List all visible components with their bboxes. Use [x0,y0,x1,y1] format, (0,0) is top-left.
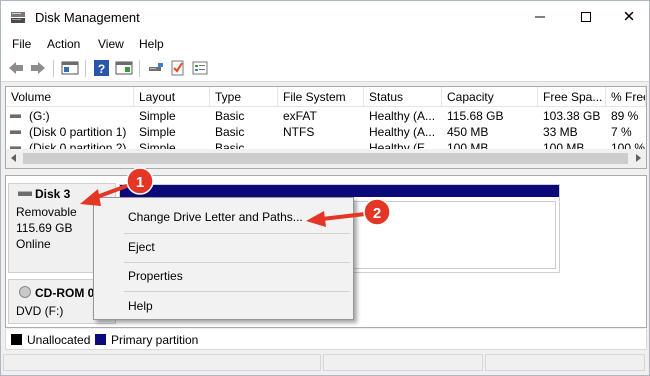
status-bar [1,350,649,375]
menu-separator [124,291,350,292]
window-title: Disk Management [35,10,140,25]
column-header-percent-free[interactable]: % Free [606,87,646,107]
toolbar-separator [139,60,140,77]
svg-text:?: ? [98,62,105,76]
cell-free-space: 103.38 GB [543,109,601,123]
disk-size: 115.69 GB [16,221,73,235]
column-header-file-system[interactable]: File System [278,87,364,107]
menu-action[interactable]: Action [47,37,80,51]
menu-bar: File Action View Help [1,33,649,55]
column-header-capacity[interactable]: Capacity [442,87,538,107]
column-header-volume[interactable]: Volume [6,87,134,107]
menu-separator [124,262,350,263]
cell-capacity: 450 MB [447,125,489,139]
scrollbar-thumb[interactable] [23,153,628,164]
unallocated-swatch [11,334,22,345]
toolbar-separator [85,60,86,77]
primary-partition-bar [120,185,559,197]
cd-rom-icon [19,286,31,298]
menu-item-help[interactable]: Help [94,295,353,317]
cell-type: Basic [215,125,245,139]
primary-partition-swatch [95,334,106,345]
help-icon[interactable]: ? [93,60,111,76]
column-header-type[interactable]: Type [210,87,278,107]
close-icon: ✕ [622,7,636,26]
toolbar-separator [53,60,54,77]
maximize-button[interactable] [563,1,609,33]
menu-item-eject[interactable]: Eject [94,236,353,258]
minimize-button[interactable] [517,1,563,33]
horizontal-scrollbar[interactable] [6,149,646,168]
cell-capacity: 115.68 GB [447,109,504,123]
disk-management-icon [10,10,26,24]
title-bar: Disk Management ✕ [1,1,649,33]
cell-status: Healthy (A... [369,109,436,123]
cell-layout: Simple [139,109,176,123]
properties-icon[interactable] [191,60,209,76]
column-header-free-space[interactable]: Free Spa... [538,87,606,107]
cdrom-name: CD-ROM 0 [35,286,95,300]
cell-volume: (Disk 0 partition 1) [29,125,127,139]
menu-help[interactable]: Help [139,37,164,51]
scroll-right-icon[interactable] [636,154,641,162]
column-header-layout[interactable]: Layout [134,87,210,107]
volume-row[interactable]: (Disk 0 partition 1) Simple Basic NTFS H… [6,124,646,140]
back-icon[interactable] [7,60,25,76]
action-pane-icon[interactable] [115,60,133,76]
legend-primary-partition: Primary partition [111,333,199,347]
cell-status: Healthy (A... [369,125,436,139]
cell-file-system: exFAT [283,109,317,123]
context-menu: Change Drive Letter and Paths... Eject P… [93,197,354,320]
console-tree-icon[interactable] [61,60,79,76]
column-header-status[interactable]: Status [364,87,442,107]
volume-list-header: Volume Layout Type File System Status Ca… [6,87,646,107]
status-pane [485,354,645,371]
disk-name: Disk 3 [35,187,71,201]
menu-view[interactable]: View [98,37,124,51]
cell-percent-free: 89 % [611,109,639,123]
menu-file[interactable]: File [12,37,31,51]
cell-volume: (G:) [29,109,50,123]
close-button[interactable]: ✕ [609,1,649,33]
cell-file-system: NTFS [283,125,315,139]
volume-icon [10,114,21,118]
menu-item-properties[interactable]: Properties [94,265,353,287]
minimize-icon [535,16,545,18]
volume-icon [10,130,21,134]
status-pane [323,354,483,371]
connect-icon[interactable] [147,60,165,76]
scroll-left-icon[interactable] [11,154,16,162]
menu-item-change-drive-letter[interactable]: Change Drive Letter and Paths... [94,206,353,228]
disk-icon [18,191,32,196]
forward-icon[interactable] [29,60,47,76]
menu-separator [124,233,350,234]
disk-status: Online [16,237,51,251]
check-icon[interactable] [169,60,187,76]
toolbar: ? [1,55,649,82]
maximize-icon [581,12,591,22]
cell-free-space: 33 MB [543,125,578,139]
cell-layout: Simple [139,125,176,139]
volume-list: Volume Layout Type File System Status Ca… [5,86,647,169]
cell-type: Basic [215,109,245,123]
disk-type: Removable [16,205,77,219]
legend: Unallocated Primary partition [5,329,647,350]
legend-unallocated: Unallocated [27,333,91,347]
cell-percent-free: 7 % [611,125,632,139]
status-pane [3,354,321,371]
volume-row[interactable]: (G:) Simple Basic exFAT Healthy (A... 11… [6,108,646,124]
cdrom-type: DVD (F:) [16,304,64,318]
